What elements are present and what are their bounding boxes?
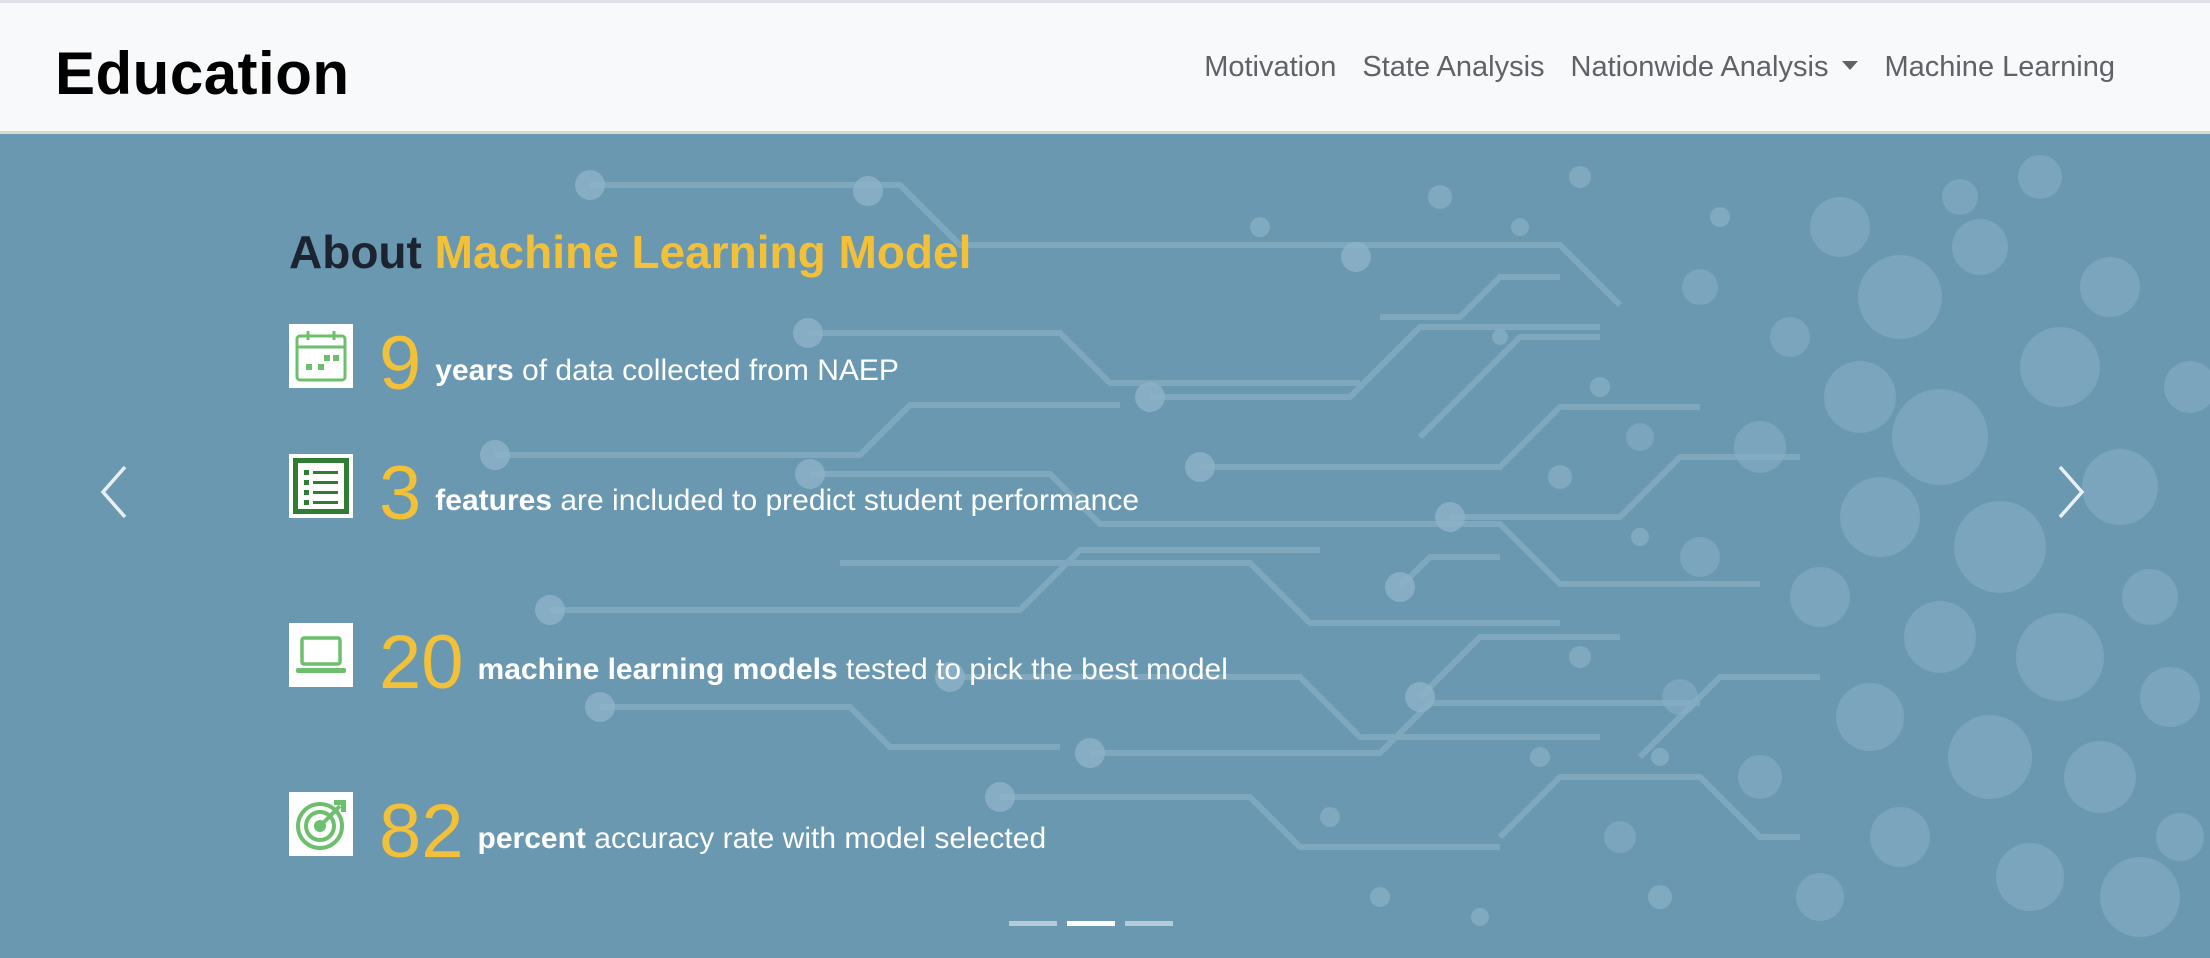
stat-bold: features <box>435 484 552 517</box>
stat-text: 9 years of data collected from NAEP <box>352 324 1252 404</box>
stat-rest: are included to predict student performa… <box>552 484 1140 517</box>
navbar: Education Motivation State Analysis Nati… <box>0 3 2210 134</box>
carousel-indicators <box>1009 921 1173 926</box>
carousel-indicator[interactable] <box>1067 921 1115 926</box>
nav-link-motivation[interactable]: Motivation <box>1204 51 1336 84</box>
laptop-icon <box>289 623 353 687</box>
stat-number: 82 <box>379 789 464 874</box>
heading-accent: Machine Learning Model <box>434 226 972 278</box>
nav-link-state-analysis[interactable]: State Analysis <box>1362 51 1544 84</box>
stat-number: 3 <box>379 451 422 536</box>
list-icon <box>289 454 353 518</box>
carousel-indicator[interactable] <box>1009 921 1057 926</box>
nav-dropdown-nationwide-analysis[interactable]: Nationwide Analysis <box>1571 51 1859 84</box>
heading-prefix: About <box>289 226 422 278</box>
stat-number: 9 <box>379 321 422 406</box>
stat-bold: machine learning models <box>477 653 838 686</box>
carousel-indicator[interactable] <box>1125 921 1173 926</box>
slide-heading: About Machine Learning Model <box>289 225 971 279</box>
calendar-icon <box>289 324 353 388</box>
stat-text: 82 percent accuracy rate with model selec… <box>352 792 1252 872</box>
stat-bold: percent <box>477 822 586 855</box>
carousel: About Machine Learning Model 9 years of d… <box>0 137 2210 958</box>
stat-number: 20 <box>379 620 464 705</box>
stat-text: 3 features are included to predict studen… <box>352 454 1252 534</box>
stat-rest: accuracy rate with model selected <box>585 822 1047 855</box>
carousel-prev-icon[interactable] <box>95 462 135 522</box>
caret-down-icon <box>1842 61 1859 70</box>
nav-dropdown-label: Nationwide Analysis <box>1570 51 1829 83</box>
stat-rest: tested to pick the best model <box>837 653 1228 686</box>
stat-rest: of data collected from NAEP <box>513 354 899 387</box>
target-icon <box>289 792 353 856</box>
nav-menu: Motivation State Analysis Nationwide Ana… <box>1204 51 2115 84</box>
brand-logo[interactable]: Education <box>55 39 350 108</box>
stat-bold: years <box>435 354 514 387</box>
nav-link-machine-learning[interactable]: Machine Learning <box>1884 51 2115 84</box>
carousel-next-icon[interactable] <box>2050 462 2090 522</box>
stat-text: 20 machine learning models tested to pick… <box>352 623 1252 703</box>
